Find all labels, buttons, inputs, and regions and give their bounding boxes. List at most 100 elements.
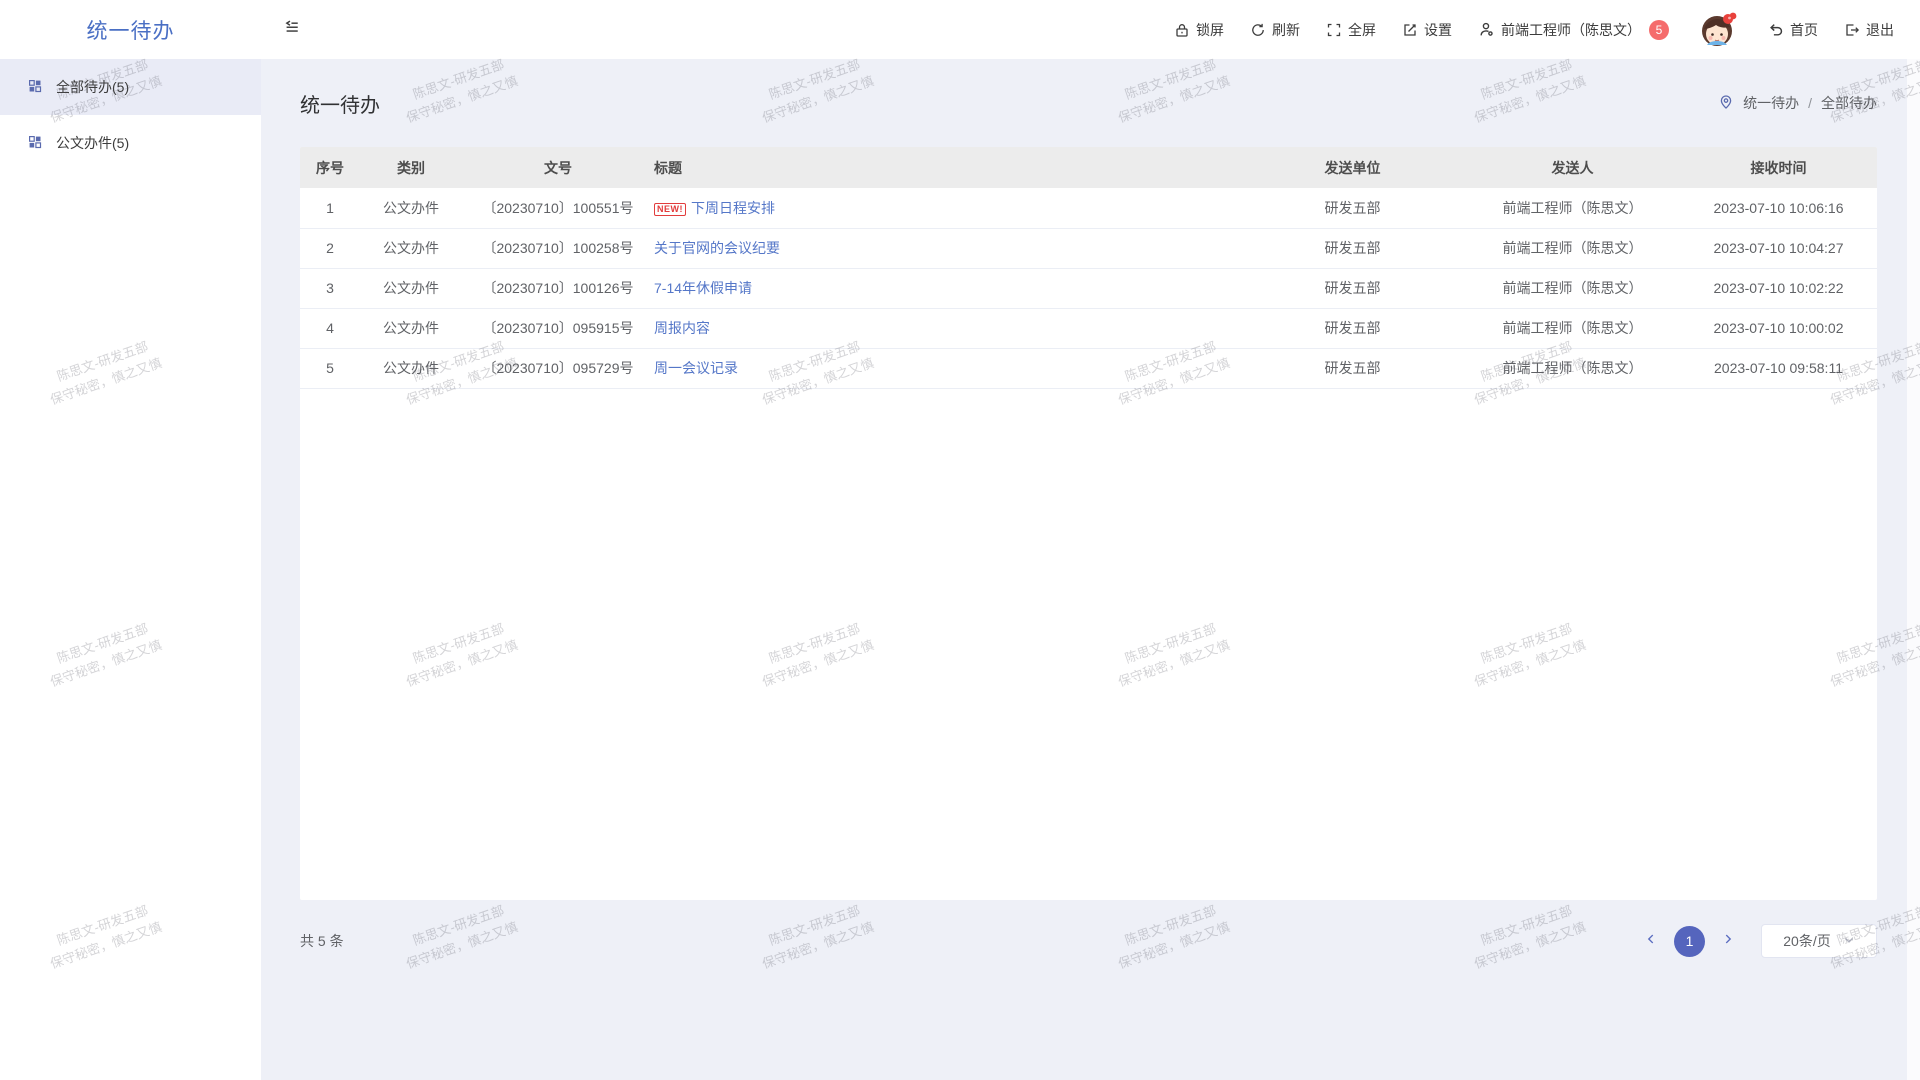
user-name-label: 前端工程师（陈思文） xyxy=(1501,20,1641,40)
home-button[interactable]: 首页 xyxy=(1767,20,1818,40)
cell-doc-no: 〔20230710〕095729号 xyxy=(462,348,654,388)
logout-icon xyxy=(1844,22,1860,38)
cell-doc-no: 〔20230710〕095915号 xyxy=(462,308,654,348)
col-header-seq: 序号 xyxy=(300,147,360,188)
fullscreen-label: 全屏 xyxy=(1348,20,1376,40)
cell-seq: 1 xyxy=(300,188,360,228)
app-title: 统一待办 xyxy=(87,15,175,45)
doc-title-link[interactable]: 周一会议记录 xyxy=(654,360,738,376)
breadcrumb-item-current: 全部待办 xyxy=(1821,93,1877,113)
page-size-select[interactable]: 20条/页 xyxy=(1761,924,1877,958)
sidebar-item-all-todo[interactable]: 全部待办(5) xyxy=(0,59,261,115)
lock-icon xyxy=(1174,22,1190,38)
logout-label: 退出 xyxy=(1866,20,1894,40)
chevron-right-icon xyxy=(1721,932,1735,951)
cell-received-at: 2023-07-10 10:00:02 xyxy=(1680,308,1877,348)
fullscreen-button[interactable]: 全屏 xyxy=(1326,20,1376,40)
doc-title-link[interactable]: 7-14年休假申请 xyxy=(654,280,752,296)
cell-title: 周一会议记录 xyxy=(654,348,1240,388)
doc-title-link[interactable]: 周报内容 xyxy=(654,320,710,336)
doc-title-link[interactable]: 下周日程安排 xyxy=(691,200,775,216)
cell-title: 关于官网的会议纪要 xyxy=(654,228,1240,268)
cell-send-unit: 研发五部 xyxy=(1240,268,1465,308)
cell-seq: 3 xyxy=(300,268,360,308)
breadcrumb-item-root[interactable]: 统一待办 xyxy=(1743,93,1799,113)
settings-label: 设置 xyxy=(1424,20,1452,40)
home-label: 首页 xyxy=(1790,20,1818,40)
cell-send-unit: 研发五部 xyxy=(1240,228,1465,268)
header-actions: 锁屏 刷新 全屏 设置 xyxy=(1174,7,1920,53)
cell-sender: 前端工程师（陈思文） xyxy=(1465,268,1680,308)
total-count-label: 共 5 条 xyxy=(300,931,344,951)
table-footer: 共 5 条 1 20条/页 xyxy=(261,924,1920,958)
breadcrumb-separator: / xyxy=(1808,95,1812,111)
doc-title-link[interactable]: 关于官网的会议纪要 xyxy=(654,240,780,256)
cell-received-at: 2023-07-10 10:02:22 xyxy=(1680,268,1877,308)
cell-sender: 前端工程师（陈思文） xyxy=(1465,348,1680,388)
cell-category: 公文办件 xyxy=(360,228,462,268)
cell-doc-no: 〔20230710〕100551号 xyxy=(462,188,654,228)
table-row: 2公文办件〔20230710〕100258号关于官网的会议纪要研发五部前端工程师… xyxy=(300,228,1877,268)
next-page-button[interactable] xyxy=(1721,932,1735,951)
col-header-send-unit: 发送单位 xyxy=(1240,147,1465,188)
chevron-down-icon xyxy=(1843,933,1855,949)
fold-icon xyxy=(283,18,301,41)
scrollbar[interactable] xyxy=(1907,59,1920,1080)
sidebar-item-official-doc[interactable]: 公文办件(5) xyxy=(0,115,261,171)
breadcrumb: 统一待办 / 全部待办 xyxy=(1718,93,1877,113)
table-row: 3公文办件〔20230710〕100126号7-14年休假申请 研发五部前端工程师… xyxy=(300,268,1877,308)
cell-received-at: 2023-07-10 09:58:11 xyxy=(1680,348,1877,388)
cell-category: 公文办件 xyxy=(360,268,462,308)
todo-table: 序号 类别 文号 标题 发送单位 发送人 接收时间 1公文办件〔20230710… xyxy=(300,147,1877,389)
refresh-button[interactable]: 刷新 xyxy=(1250,20,1300,40)
col-header-title: 标题 xyxy=(654,147,1240,188)
refresh-icon xyxy=(1250,22,1266,38)
prev-page-button[interactable] xyxy=(1644,932,1658,951)
settings-button[interactable]: 设置 xyxy=(1402,20,1452,40)
sidebar-item-label: 全部待办(5) xyxy=(56,77,129,97)
cell-category: 公文办件 xyxy=(360,308,462,348)
cell-received-at: 2023-07-10 10:06:16 xyxy=(1680,188,1877,228)
sidebar-nav: 全部待办(5) 公文办件(5) xyxy=(0,59,261,1080)
cell-doc-no: 〔20230710〕100126号 xyxy=(462,268,654,308)
user-menu[interactable]: 前端工程师（陈思文） 5 xyxy=(1478,20,1669,40)
cell-category: 公文办件 xyxy=(360,348,462,388)
cell-sender: 前端工程师（陈思文） xyxy=(1465,308,1680,348)
todo-count-badge: 5 xyxy=(1649,20,1669,40)
pagination: 1 20条/页 xyxy=(1644,924,1877,958)
lock-screen-label: 锁屏 xyxy=(1196,20,1224,40)
cell-sender: 前端工程师（陈思文） xyxy=(1465,188,1680,228)
top-header: 统一待办 锁屏 刷新 xyxy=(0,0,1920,59)
chevron-left-icon xyxy=(1644,932,1658,951)
page-number-button[interactable]: 1 xyxy=(1674,926,1705,957)
grid-icon xyxy=(27,78,43,97)
sidebar-fold-button[interactable] xyxy=(283,18,301,41)
col-header-category: 类别 xyxy=(360,147,462,188)
lock-screen-button[interactable]: 锁屏 xyxy=(1174,20,1224,40)
user-icon xyxy=(1478,21,1495,38)
cell-seq: 2 xyxy=(300,228,360,268)
user-avatar[interactable] xyxy=(1695,7,1741,53)
table-header-row: 序号 类别 文号 标题 发送单位 发送人 接收时间 xyxy=(300,147,1877,188)
table-row: 4公文办件〔20230710〕095915号周报内容 研发五部前端工程师（陈思文）… xyxy=(300,308,1877,348)
main-content: 统一待办 统一待办 / 全部待办 序号 类别 文号 xyxy=(261,59,1920,1080)
cell-title: 7-14年休假申请 xyxy=(654,268,1240,308)
new-badge: NEW! xyxy=(654,203,686,216)
cell-title: 周报内容 xyxy=(654,308,1240,348)
settings-icon xyxy=(1402,22,1418,38)
app-logo: 统一待办 xyxy=(0,15,261,45)
cell-send-unit: 研发五部 xyxy=(1240,308,1465,348)
cell-title: NEW! 下周日程安排 xyxy=(654,188,1240,228)
fullscreen-icon xyxy=(1326,22,1342,38)
cell-send-unit: 研发五部 xyxy=(1240,348,1465,388)
cell-received-at: 2023-07-10 10:04:27 xyxy=(1680,228,1877,268)
cell-seq: 4 xyxy=(300,308,360,348)
cell-doc-no: 〔20230710〕100258号 xyxy=(462,228,654,268)
col-header-sender: 发送人 xyxy=(1465,147,1680,188)
page-title: 统一待办 xyxy=(300,89,380,118)
home-back-icon xyxy=(1767,21,1784,38)
page-size-value: 20条/页 xyxy=(1783,931,1830,951)
logout-button[interactable]: 退出 xyxy=(1844,20,1894,40)
refresh-label: 刷新 xyxy=(1272,20,1300,40)
sidebar-item-label: 公文办件(5) xyxy=(56,133,129,153)
